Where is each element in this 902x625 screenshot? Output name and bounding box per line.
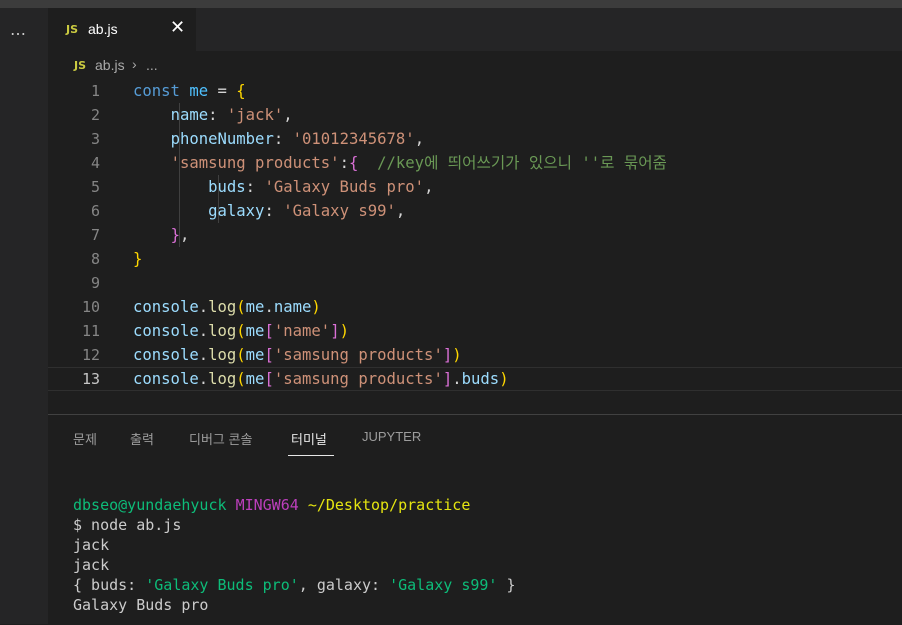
line-number: 9 (90, 274, 100, 292)
line-number: 12 (81, 346, 100, 364)
code-line[interactable]: 7 }, (48, 223, 902, 247)
prompt-user: dbseo@yundaehyuck (73, 496, 227, 514)
line-number: 10 (81, 298, 100, 316)
code-line[interactable]: 8} (48, 247, 902, 271)
terminal-output-line: { buds: 'Galaxy Buds pro', galaxy: 'Gala… (73, 576, 516, 594)
line-code: phoneNumber: '01012345678', (170, 130, 425, 148)
close-icon[interactable]: ✕ (170, 18, 185, 38)
breadcrumb: JS ab.js › ... (48, 51, 902, 79)
line-code: const me = { (133, 82, 246, 100)
code-line[interactable]: 12 console.log(me['samsung products']) (48, 343, 902, 367)
code-line[interactable]: 13 console.log(me['samsung products'].bud… (48, 367, 902, 391)
tab-label: ab.js (88, 21, 118, 37)
line-code: console.log(me['samsung products']) (133, 346, 462, 364)
line-number: 7 (90, 226, 100, 244)
line-code: galaxy: 'Galaxy s99', (208, 202, 406, 220)
activity-sidebar: … (0, 8, 48, 624)
code-line[interactable]: 10 console.log(me.name) (48, 295, 902, 319)
code-line[interactable]: 9 (48, 271, 902, 295)
terminal-output[interactable]: dbseo@yundaehyuck MINGW64 ~/Desktop/prac… (73, 495, 516, 615)
code-line[interactable]: 1 const me = { (48, 79, 902, 103)
tab-ab-js[interactable]: JS ab.js ✕ (48, 8, 196, 51)
line-number: 1 (90, 82, 100, 100)
code-line[interactable]: 11 console.log(me['name']) (48, 319, 902, 343)
terminal-command: $ node ab.js (73, 516, 182, 534)
line-number: 11 (81, 322, 100, 340)
terminal-output-line: jack (73, 536, 110, 554)
more-actions-icon[interactable]: … (10, 22, 27, 38)
prompt-env: MINGW64 (235, 496, 299, 514)
line-code: console.log(me.name) (133, 298, 321, 316)
breadcrumb-file[interactable]: ab.js (95, 57, 125, 73)
line-code: 'samsung products':{ //key에 띄어쓰기가 있으니 ''… (170, 154, 667, 172)
line-code: console.log(me['samsung products'].buds) (133, 370, 509, 388)
line-number: 2 (90, 106, 100, 124)
terminal-output-line: Galaxy Buds pro (73, 596, 209, 614)
line-number: 4 (90, 154, 100, 172)
tab-debug-console[interactable]: 디버그 콘솔 (189, 429, 252, 448)
line-code: } (133, 250, 143, 268)
terminal-prompt: dbseo@yundaehyuck MINGW64 ~/Desktop/prac… (73, 495, 516, 515)
chevron-right-icon: › (132, 56, 137, 72)
line-number: 13 (81, 370, 100, 388)
line-number: 3 (90, 130, 100, 148)
line-number: 6 (90, 202, 100, 220)
terminal-output-line: jack (73, 556, 110, 574)
prompt-path: ~/Desktop/practice (307, 496, 471, 514)
code-line[interactable]: 2 name: 'jack', (48, 103, 902, 127)
active-tab-indicator (288, 455, 334, 456)
line-code: buds: 'Galaxy Buds pro', (208, 178, 434, 196)
code-line[interactable]: 3 phoneNumber: '01012345678', (48, 127, 902, 151)
code-editor[interactable]: 1 const me = {2 name: 'jack', 3 phoneNumbe… (48, 79, 902, 404)
tab-jupyter[interactable]: JUPYTER (362, 429, 421, 444)
javascript-file-icon: JS (74, 59, 87, 72)
line-code: }, (170, 226, 190, 244)
editor-tab-bar: JS ab.js ✕ (48, 8, 902, 51)
line-code: console.log(me['name']) (133, 322, 349, 340)
line-number: 5 (90, 178, 100, 196)
tab-problems[interactable]: 문제 (73, 429, 97, 448)
bottom-panel: 문제 출력 디버그 콘솔 터미널 JUPYTER dbseo@yundaehyu… (48, 414, 902, 625)
tab-output[interactable]: 출력 (130, 429, 154, 448)
line-number: 8 (90, 250, 100, 268)
tab-terminal[interactable]: 터미널 (291, 429, 327, 448)
breadcrumb-more[interactable]: ... (146, 57, 158, 73)
line-code: name: 'jack', (170, 106, 293, 124)
code-line[interactable]: 6 galaxy: 'Galaxy s99', (48, 199, 902, 223)
javascript-file-icon: JS (66, 23, 79, 36)
window-top-bar (0, 0, 902, 8)
code-line[interactable]: 5 buds: 'Galaxy Buds pro', (48, 175, 902, 199)
code-line[interactable]: 4 'samsung products':{ //key에 띄어쓰기가 있으니 … (48, 151, 902, 175)
